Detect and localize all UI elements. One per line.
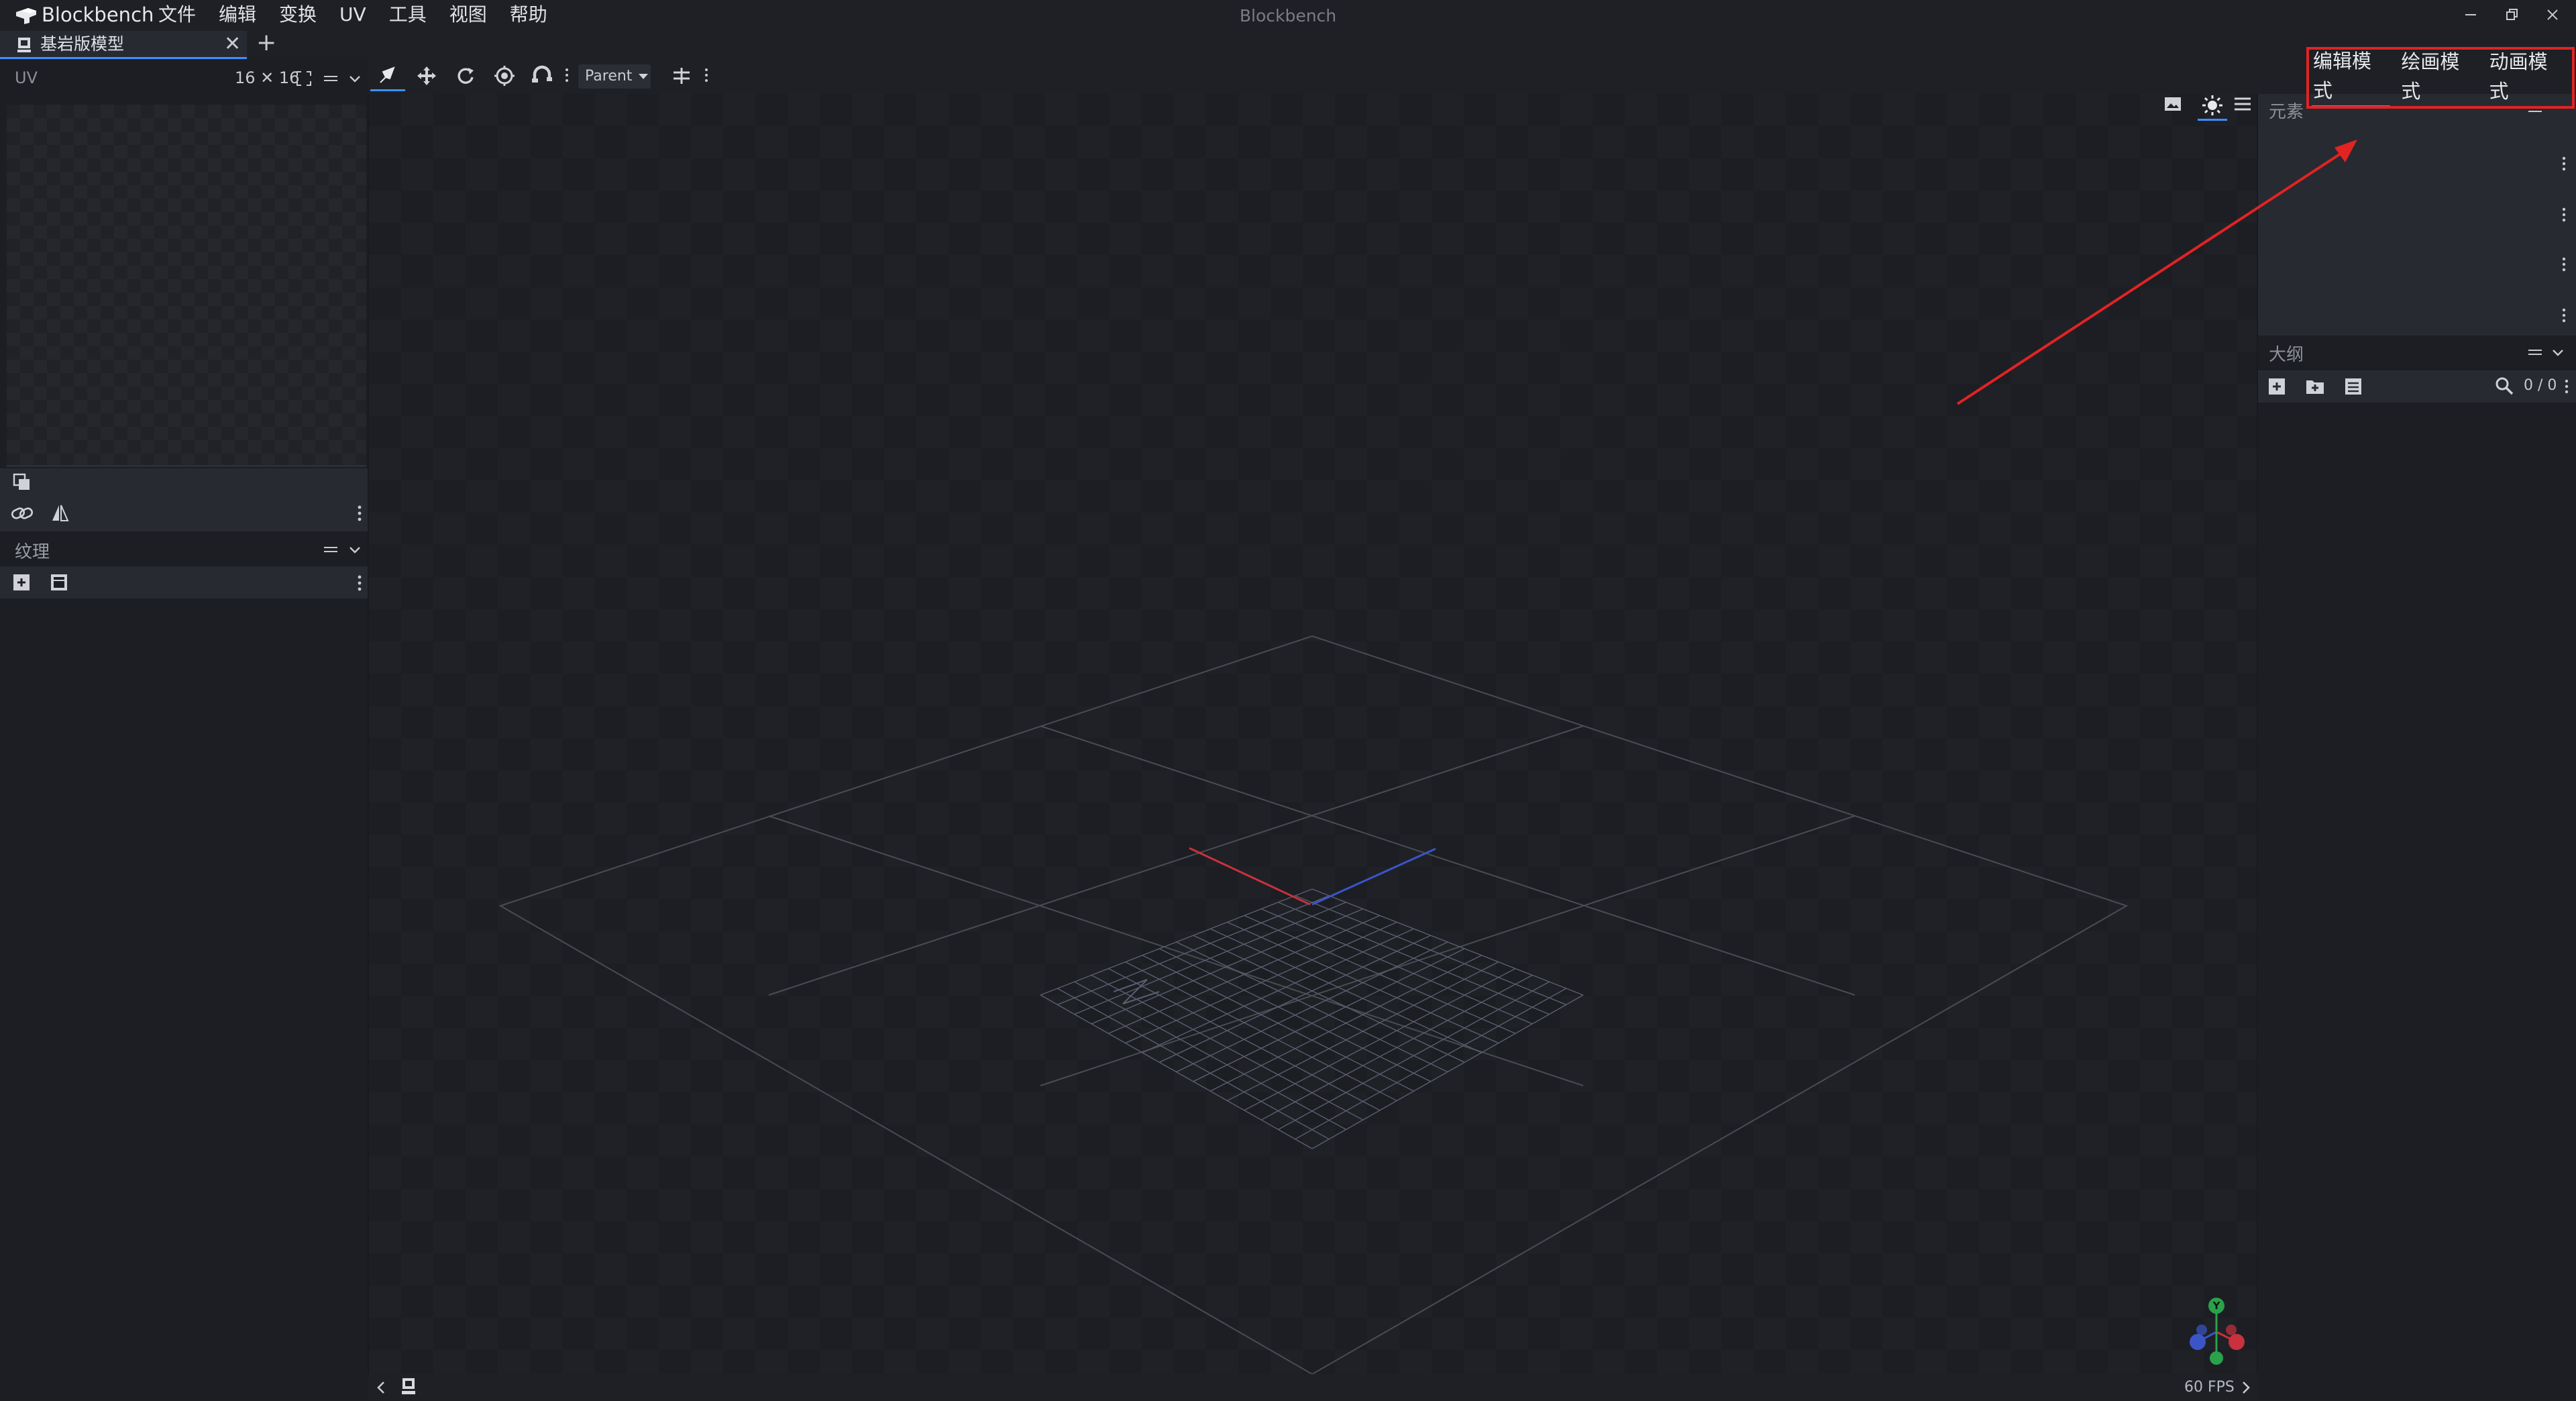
- elements-more-icon-4[interactable]: [2561, 307, 2567, 323]
- outline-more-icon[interactable]: [2564, 378, 2569, 395]
- screenshot-icon[interactable]: [2163, 94, 2183, 114]
- x-axis-line: [1189, 847, 1311, 906]
- grid-line: [1210, 928, 1482, 1053]
- elements-more-icon-2[interactable]: [2561, 207, 2567, 223]
- sun-icon: [2202, 95, 2222, 115]
- grid-line: [1260, 974, 1533, 1121]
- status-bar: [368, 1374, 2258, 1401]
- menu-transform[interactable]: 变换: [279, 1, 317, 28]
- new-tab-button[interactable]: +: [256, 30, 276, 56]
- model-icon: [16, 36, 32, 54]
- vertex-snap-button[interactable]: [525, 60, 559, 91]
- close-icon: [2547, 9, 2558, 20]
- menu-help[interactable]: 帮助: [510, 1, 547, 28]
- grid-line: [1295, 988, 1567, 1140]
- import-texture-icon[interactable]: [12, 573, 31, 592]
- outline-element-count: 0 / 0: [2524, 377, 2557, 394]
- menu-view[interactable]: 视图: [449, 1, 487, 28]
- blockbench-logo-icon: [15, 5, 38, 25]
- minimize-button[interactable]: [2447, 0, 2494, 30]
- elements-more-icon-1[interactable]: [2561, 156, 2567, 172]
- menu-tools[interactable]: 工具: [389, 1, 427, 28]
- chevron-down-icon[interactable]: [347, 71, 362, 86]
- menu-bar: 文件 编辑 变换 UV 工具 视图 帮助: [158, 1, 570, 28]
- rotate-icon: [458, 68, 474, 84]
- toolbar-more-icon[interactable]: [565, 67, 569, 83]
- target-icon: [494, 66, 515, 86]
- tab-label: 基岩版模型: [40, 34, 125, 54]
- create-texture-icon[interactable]: [50, 573, 68, 592]
- menu-edit[interactable]: 编辑: [219, 1, 256, 28]
- rotate-tool-button[interactable]: [448, 60, 483, 91]
- pivot-tool-button[interactable]: [487, 60, 522, 91]
- copy-icon[interactable]: [12, 472, 32, 492]
- grid-line: [1193, 948, 1465, 1082]
- elements-more-icon-3[interactable]: [2561, 256, 2567, 272]
- status-model-icon: [400, 1377, 417, 1396]
- magnet-icon: [532, 65, 552, 83]
- chevron-right-icon[interactable]: [2239, 1380, 2253, 1396]
- move-tool-button[interactable]: [370, 60, 405, 91]
- search-icon[interactable]: [2494, 376, 2514, 396]
- viewport-menu-icon[interactable]: [2233, 94, 2253, 114]
- drag-handle-icon[interactable]: [322, 70, 339, 87]
- app-name: Blockbench: [42, 3, 154, 26]
- transform-pivot-button[interactable]: [664, 60, 699, 91]
- link-icon[interactable]: [11, 503, 34, 523]
- annotation-arrow: [1956, 140, 2357, 405]
- crosshair-icon: [674, 68, 690, 84]
- toolbar-more-icon-2[interactable]: [704, 67, 708, 83]
- annotation-highlight-box: [2306, 47, 2575, 109]
- grid-line: [1260, 908, 1533, 1025]
- textures-panel-title: 纹理: [15, 542, 50, 562]
- outline-chevron-down-icon[interactable]: [2551, 345, 2565, 360]
- orientation-gizmo[interactable]: Y: [2183, 1295, 2250, 1369]
- chevron-left-icon[interactable]: [374, 1380, 388, 1396]
- z-axis-line: [1311, 847, 1436, 906]
- transform-space-select[interactable]: Parent: [578, 64, 651, 89]
- uv-editor-canvas[interactable]: [7, 105, 366, 467]
- textures-panel-header: [0, 531, 368, 566]
- fullscreen-icon[interactable]: [295, 70, 313, 87]
- viewport-toolbar: [368, 59, 2258, 94]
- menu-file[interactable]: 文件: [158, 1, 196, 28]
- cursor-move-icon: [380, 66, 395, 83]
- textures-drag-handle-icon[interactable]: [322, 541, 339, 558]
- transform-space-value: Parent: [585, 68, 633, 85]
- tab-bar: [0, 31, 2576, 59]
- arrows-move-icon: [417, 66, 436, 85]
- textures-more-options-icon[interactable]: [357, 574, 362, 592]
- translate-tool-button[interactable]: [409, 60, 444, 91]
- mirror-icon[interactable]: [50, 503, 70, 523]
- uv-size-label[interactable]: 16 ✕ 16: [235, 68, 299, 87]
- restore-icon: [2506, 9, 2518, 20]
- outline-drag-handle-icon[interactable]: [2526, 345, 2544, 360]
- more-options-icon[interactable]: [357, 505, 362, 522]
- menu-uv[interactable]: UV: [339, 1, 366, 28]
- minimize-icon: [2465, 14, 2476, 15]
- tab-close-button[interactable]: ✕: [224, 32, 241, 56]
- grid-line: [1193, 935, 1465, 1063]
- textures-chevron-down-icon[interactable]: [347, 542, 362, 557]
- dropdown-arrow-icon: [639, 74, 649, 79]
- uv-panel-title: UV: [15, 68, 38, 87]
- close-window-button[interactable]: [2529, 0, 2576, 30]
- gizmo-y-label: Y: [2212, 1300, 2221, 1312]
- fps-counter: 60 FPS: [2184, 1379, 2235, 1396]
- elements-panel-title: 元素: [2269, 102, 2304, 122]
- lighting-toggle-button[interactable]: [2198, 91, 2227, 121]
